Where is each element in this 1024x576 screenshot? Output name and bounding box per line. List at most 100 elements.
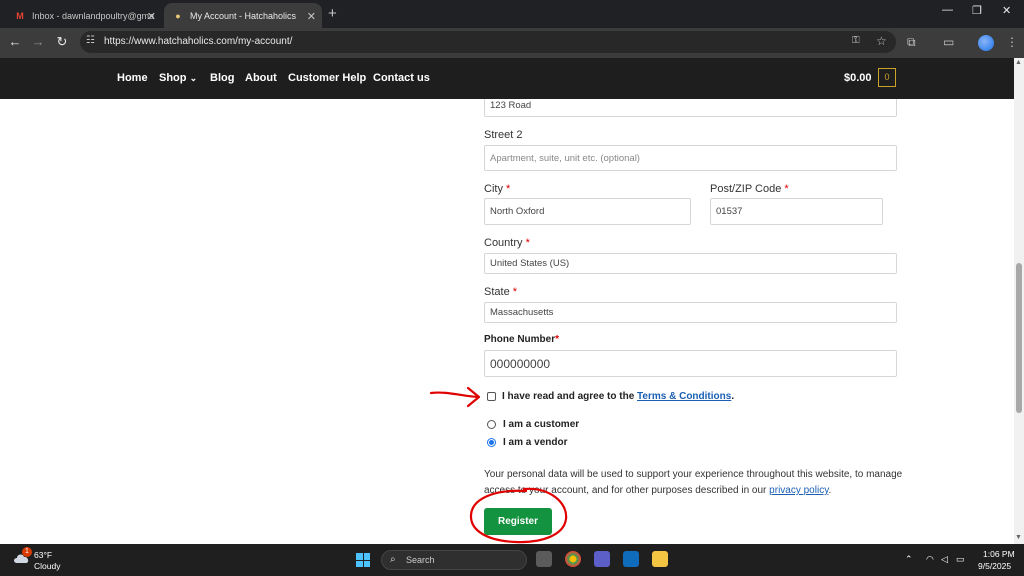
- privacy-policy-link[interactable]: privacy policy: [769, 485, 828, 496]
- scroll-up-icon[interactable]: ▲: [1015, 59, 1022, 66]
- teams-app-icon[interactable]: [594, 551, 610, 567]
- state-select[interactable]: Massachusetts: [484, 302, 897, 323]
- required-asterisk: *: [525, 237, 530, 249]
- terms-link[interactable]: Terms & Conditions: [637, 391, 731, 402]
- street-2-label: Street 2: [484, 129, 523, 141]
- role-customer-row[interactable]: I am a customer: [487, 419, 579, 430]
- new-tab-icon[interactable]: +: [328, 5, 337, 22]
- state-label: State *: [484, 286, 517, 298]
- search-placeholder: Search: [406, 555, 435, 565]
- site-info-icon[interactable]: ☷: [86, 35, 95, 46]
- close-tab-icon[interactable]: ✕: [147, 10, 156, 23]
- terms-checkbox-row[interactable]: I have read and agree to the Terms & Con…: [487, 391, 734, 402]
- nav-shop[interactable]: Shop ⌄: [159, 72, 197, 84]
- nav-blog[interactable]: Blog: [210, 72, 234, 84]
- search-icon: ⌕: [390, 554, 396, 565]
- country-value: United States (US): [490, 258, 570, 269]
- annotation-circle: [469, 487, 568, 544]
- city-label: City *: [484, 183, 510, 195]
- required-asterisk: *: [512, 286, 518, 298]
- weather-alert-badge: 1: [22, 547, 32, 557]
- browser-toolbar: ← → ↻ ☷ https://www.hatchaholics.com/my-…: [0, 28, 1024, 58]
- phone-label-text: Phone Number: [484, 334, 556, 345]
- weather-condition[interactable]: Cloudy: [34, 561, 60, 571]
- weather-temperature[interactable]: 63°F: [34, 550, 52, 560]
- zip-label-text: Post/ZIP Code: [710, 183, 782, 195]
- clock-date[interactable]: 9/5/2025: [978, 561, 1011, 571]
- file-explorer-icon[interactable]: [652, 551, 668, 567]
- nav-customer-help[interactable]: Customer Help: [288, 72, 366, 84]
- wifi-icon[interactable]: ◠: [926, 554, 934, 565]
- close-window-icon[interactable]: ✕: [1002, 4, 1011, 17]
- phone-label: Phone Number*: [484, 334, 559, 345]
- nav-contact-us[interactable]: Contact us: [373, 72, 430, 84]
- terms-prefix: I have read and agree to the: [502, 391, 635, 402]
- task-view-icon[interactable]: [536, 551, 552, 567]
- chrome-app-icon[interactable]: [565, 551, 581, 567]
- zip-label: Post/ZIP Code *: [710, 183, 789, 195]
- nav-about[interactable]: About: [245, 72, 277, 84]
- site-header: Home Shop ⌄ Blog About Customer Help Con…: [0, 58, 1014, 99]
- profile-avatar[interactable]: [978, 35, 994, 51]
- site-icon: ●: [175, 10, 181, 21]
- page-scrollbar[interactable]: ▲ ▼: [1014, 58, 1024, 544]
- zip-value: 01537: [716, 206, 743, 217]
- street-2-placeholder: Apartment, suite, unit etc. (optional): [490, 152, 640, 164]
- country-select[interactable]: United States (US): [484, 253, 897, 274]
- password-key-icon[interactable]: ⚿: [852, 35, 860, 46]
- zip-input[interactable]: 01537: [710, 198, 883, 225]
- forward-icon[interactable]: →: [29, 34, 47, 49]
- tab-title: My Account - Hatchaholics: [190, 10, 297, 21]
- chevron-down-icon: ⌄: [189, 73, 198, 83]
- restore-icon[interactable]: ❐: [972, 4, 982, 17]
- reload-icon[interactable]: ↻: [53, 34, 71, 50]
- close-tab-icon[interactable]: ✕: [307, 10, 316, 23]
- required-asterisk: *: [555, 334, 560, 345]
- taskbar-search[interactable]: ⌕ Search: [381, 550, 527, 570]
- windows-start-icon[interactable]: [356, 553, 370, 567]
- required-asterisk: *: [506, 183, 511, 195]
- cart-total[interactable]: $0.00: [844, 72, 872, 84]
- tab-title: Inbox - dawnlandpoultry@gma: [31, 10, 154, 21]
- tab-my-account[interactable]: ● My Account - Hatchaholics ✕: [164, 3, 322, 28]
- required-asterisk: *: [784, 183, 789, 195]
- scroll-thumb[interactable]: [1016, 263, 1022, 413]
- windows-taskbar: 1 63°F Cloudy ⌕ Search ⌃ ◠ ◁ ▭ 1:06 PM 9…: [0, 544, 1024, 576]
- bookmark-star-icon[interactable]: ☆: [876, 34, 887, 48]
- role-vendor-radio[interactable]: [487, 438, 496, 447]
- nav-shop-label: Shop: [159, 72, 187, 84]
- state-value: Massachusetts: [490, 307, 554, 318]
- nav-home[interactable]: Home: [117, 72, 148, 84]
- street-1-input[interactable]: 123 Road: [484, 99, 897, 117]
- tab-inbox[interactable]: M Inbox - dawnlandpoultry@gma ✕: [6, 3, 162, 28]
- minimize-icon[interactable]: —: [942, 4, 953, 16]
- menu-kebab-icon[interactable]: ⋮: [1006, 35, 1018, 49]
- terms-suffix: .: [731, 391, 735, 402]
- scroll-down-icon[interactable]: ▼: [1015, 534, 1022, 541]
- city-label-text: City: [484, 183, 503, 195]
- role-customer-radio[interactable]: [487, 420, 496, 429]
- role-vendor-label: I am a vendor: [503, 437, 568, 448]
- street-2-input[interactable]: Apartment, suite, unit etc. (optional): [484, 145, 897, 171]
- address-bar[interactable]: ☷ https://www.hatchaholics.com/my-accoun…: [80, 31, 896, 53]
- battery-icon[interactable]: ▭: [956, 554, 965, 565]
- volume-icon[interactable]: ◁: [941, 554, 948, 565]
- url-text[interactable]: https://www.hatchaholics.com/my-account/: [104, 36, 292, 47]
- cart-count-badge[interactable]: 0: [878, 68, 896, 87]
- back-icon[interactable]: ←: [6, 34, 24, 49]
- street-1-value: 123 Road: [490, 99, 532, 111]
- browser-tab-strip: M Inbox - dawnlandpoultry@gma ✕ ● My Acc…: [0, 0, 1024, 28]
- chevron-up-icon[interactable]: ⌃: [905, 554, 913, 565]
- country-label-text: Country: [484, 237, 523, 249]
- cast-icon[interactable]: ▭: [943, 35, 954, 49]
- store-app-icon[interactable]: [623, 551, 639, 567]
- phone-input[interactable]: 000000000: [484, 350, 897, 377]
- state-label-text: State: [484, 286, 510, 298]
- privacy-suffix: .: [828, 485, 832, 496]
- clock-time[interactable]: 1:06 PM: [983, 549, 1015, 559]
- role-vendor-row[interactable]: I am a vendor: [487, 437, 567, 448]
- country-label: Country *: [484, 237, 530, 249]
- extensions-icon[interactable]: ⧉: [907, 35, 916, 50]
- terms-checkbox[interactable]: [487, 392, 496, 401]
- city-input[interactable]: North Oxford: [484, 198, 691, 225]
